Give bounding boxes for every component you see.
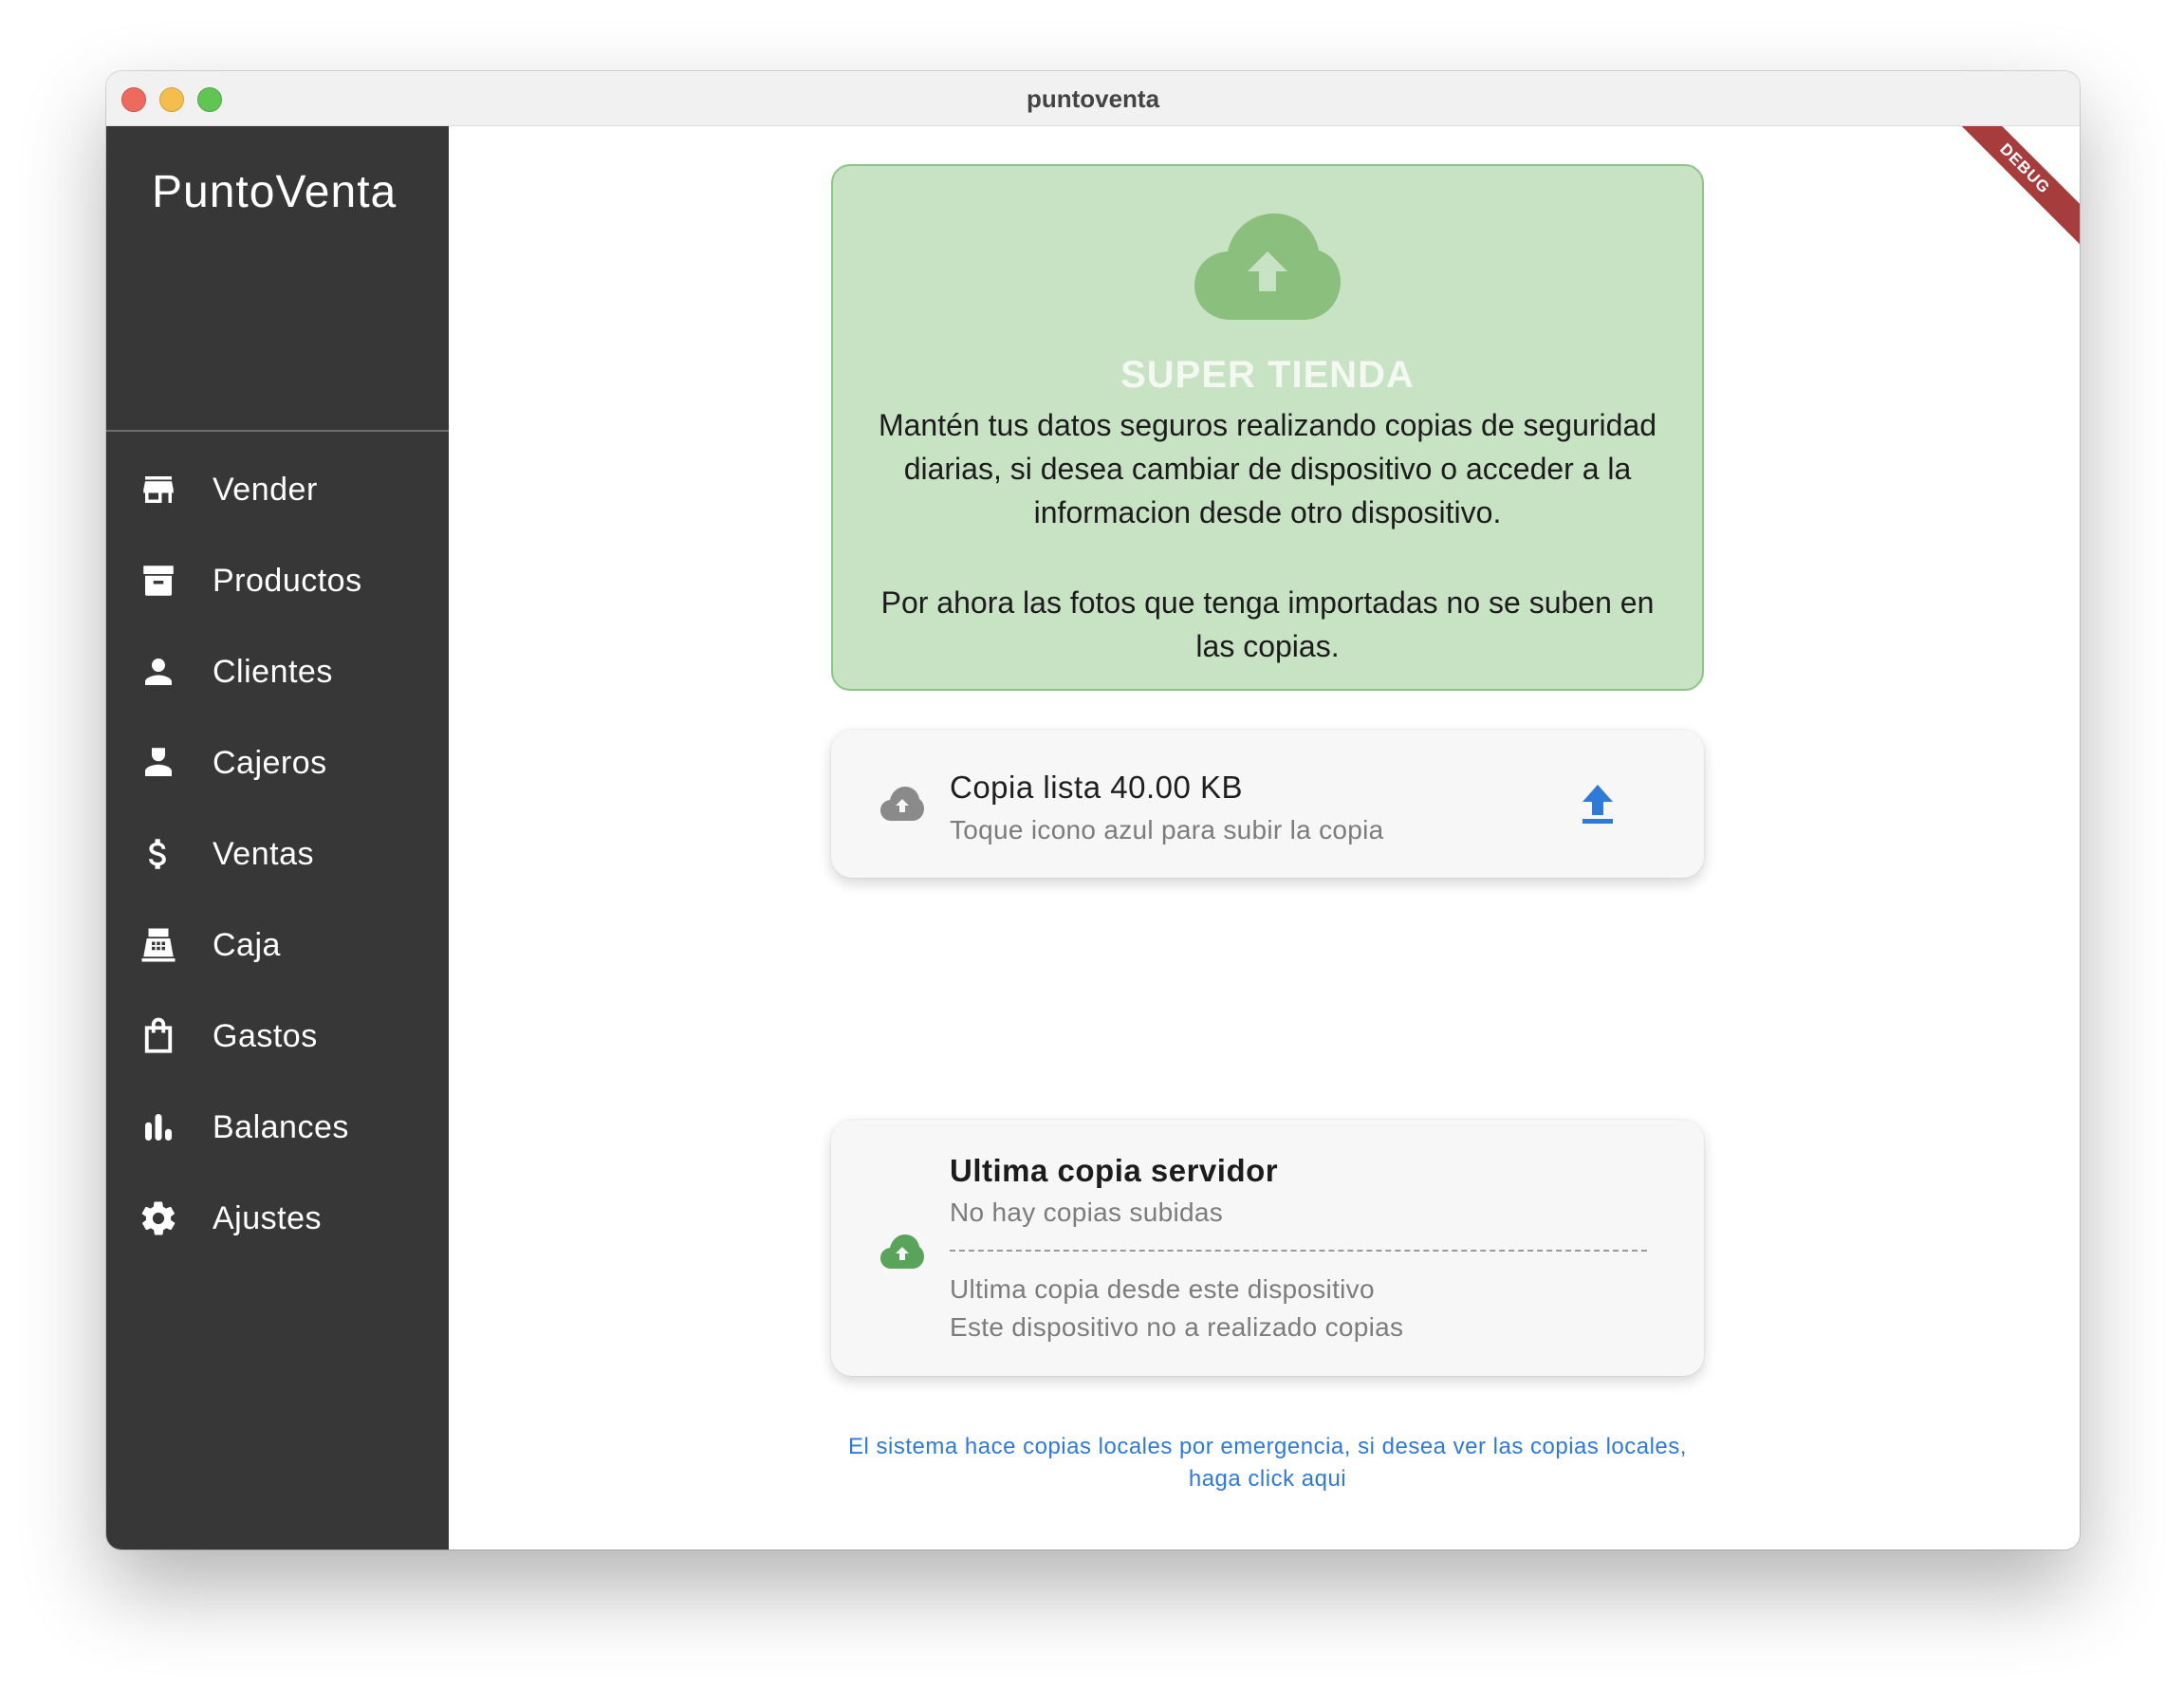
sidebar-divider: [106, 430, 449, 432]
backup-hint: Toque icono azul para subir la copia: [950, 815, 1384, 844]
sidebar-item-ventas[interactable]: Ventas: [106, 808, 449, 900]
sidebar-nav: Vender Productos Clientes Cajeros Ventas…: [106, 444, 449, 1264]
sidebar-item-clientes[interactable]: Clientes: [106, 626, 449, 717]
store-name: SUPER TIENDA: [1120, 354, 1415, 396]
cloud-upload-icon: [1194, 213, 1341, 327]
sidebar-item-label: Ventas: [213, 835, 314, 872]
server-backup-status: No hay copias subidas: [950, 1197, 1224, 1227]
sidebar-item-vender[interactable]: Vender: [106, 444, 449, 535]
sidebar-item-label: Gastos: [213, 1017, 318, 1054]
sidebar-item-label: Productos: [213, 562, 362, 599]
main-content: DEBUG SUPER TIENDA Mantén tus datos segu…: [449, 126, 2080, 1550]
dollar-icon: [139, 834, 178, 874]
sidebar-item-cajeros[interactable]: Cajeros: [106, 717, 449, 808]
sidebar-item-label: Balances: [213, 1108, 349, 1145]
sidebar-item-balances[interactable]: Balances: [106, 1082, 449, 1173]
backup-info-panel: SUPER TIENDA Mantén tus datos seguros re…: [831, 164, 1704, 691]
app-brand: PuntoVenta: [152, 167, 398, 217]
sidebar-item-caja[interactable]: Caja: [106, 900, 449, 991]
app-window: puntoventa PuntoVenta Vender Productos C…: [106, 71, 2080, 1550]
photos-note: Por ahora las fotos que tenga importadas…: [880, 585, 1655, 663]
sidebar-item-label: Cajeros: [213, 744, 327, 781]
local-copies-link[interactable]: El sistema hace copias locales por emerg…: [831, 1431, 1704, 1495]
backup-ready-card: Copia lista 40.00 KB Toque icono azul pa…: [831, 730, 1704, 878]
sidebar-item-gastos[interactable]: Gastos: [106, 991, 449, 1082]
bar-chart-icon: [139, 1107, 178, 1147]
local-backup-title: Ultima copia desde este dispositivo: [950, 1274, 1375, 1304]
sidebar-item-label: Ajustes: [213, 1199, 322, 1236]
server-backup-title: Ultima copia servidor: [950, 1153, 1279, 1188]
server-backup-card: Ultima copia servidor No hay copias subi…: [831, 1120, 1704, 1376]
sidebar-item-label: Vender: [213, 471, 318, 508]
store-icon: [139, 470, 178, 510]
gear-icon: [139, 1198, 178, 1238]
sidebar-item-label: Caja: [213, 926, 281, 963]
backup-description: Mantén tus datos seguros realizando copi…: [878, 408, 1657, 529]
person-icon: [139, 652, 178, 692]
debug-banner: DEBUG: [1940, 126, 2080, 253]
local-backup-status: Este dispositivo no a realizado copias: [950, 1312, 1404, 1342]
sidebar-item-productos[interactable]: Productos: [106, 535, 449, 626]
dashed-divider: [950, 1250, 1647, 1252]
backup-size-label: Copia lista 40.00 KB: [950, 770, 1244, 805]
window-title: puntoventa: [1026, 84, 1160, 113]
upload-icon[interactable]: [1579, 783, 1617, 826]
sidebar-item-label: Clientes: [213, 653, 333, 690]
cloud-upload-icon: [880, 1234, 924, 1271]
cash-register-icon: [139, 925, 178, 965]
cloud-upload-icon: [880, 787, 924, 823]
archive-icon: [139, 561, 178, 601]
sidebar: PuntoVenta Vender Productos Clientes Caj…: [106, 126, 449, 1550]
cashier-icon: [139, 743, 178, 783]
sidebar-item-ajustes[interactable]: Ajustes: [106, 1173, 449, 1264]
shopping-bag-icon: [139, 1016, 178, 1056]
title-bar: puntoventa: [106, 71, 2080, 126]
